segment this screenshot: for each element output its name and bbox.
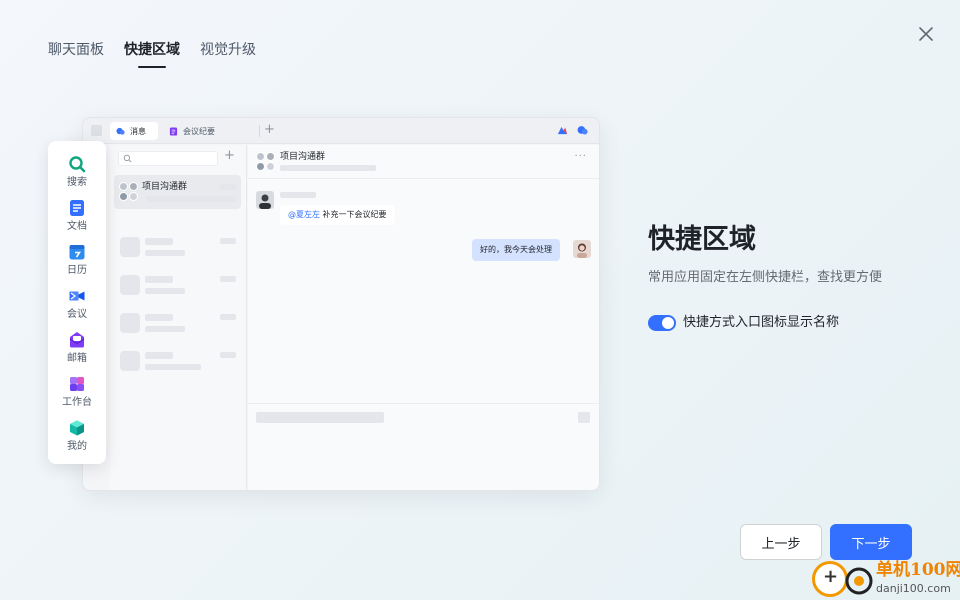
doc-icon: [70, 200, 84, 216]
toggle-label: 快捷方式入口图标显示名称: [683, 315, 840, 330]
quick-item-label: 工作台: [62, 397, 92, 408]
preview-conversation-title: 项目沟通群: [280, 152, 326, 162]
show-icon-names-toggle[interactable]: [648, 315, 676, 331]
avatar: [256, 191, 274, 209]
group-avatar: [256, 152, 276, 172]
tab-quick-area[interactable]: 快捷区域: [124, 40, 180, 68]
quick-item-profile[interactable]: 我的: [48, 419, 106, 459]
quick-item-mail[interactable]: 邮箱: [48, 331, 106, 371]
show-icon-names-setting: 快捷方式入口图标显示名称: [648, 313, 839, 333]
tab-visual-upgrade[interactable]: 视觉升级: [200, 40, 256, 66]
mail-icon: [69, 332, 85, 348]
placeholder-line: [145, 288, 185, 294]
quick-item-search[interactable]: 搜索: [48, 155, 106, 195]
preview-chat-item: 项目沟通群: [114, 175, 241, 209]
placeholder-line: [145, 238, 173, 245]
message-bubble-received: @夏左左 补充一下会议纪要: [280, 205, 395, 225]
quick-item-docs[interactable]: 文档: [48, 199, 106, 239]
site-watermark: 单机100网 danji100.com: [810, 559, 960, 600]
tab-chat-panel[interactable]: 聊天面板: [48, 40, 104, 66]
placeholder-line: [578, 412, 590, 423]
placeholder-line: [220, 352, 236, 358]
quick-item-label: 日历: [67, 265, 87, 276]
quick-access-bar: 搜索 文档 日历 会议 邮箱 工作台 我的: [48, 141, 106, 464]
tab-divider: [259, 125, 260, 137]
preview-tab-minutes-label: 会议纪要: [183, 126, 215, 136]
placeholder-line: [145, 314, 173, 321]
quick-item-label: 邮箱: [67, 353, 87, 364]
placeholder-avatar: [120, 275, 140, 295]
preview-search-box: [118, 151, 218, 166]
placeholder-avatar: [120, 237, 140, 257]
mention-tag: @夏左左: [288, 210, 320, 219]
more-icon: ···: [574, 151, 587, 162]
placeholder-line: [256, 412, 384, 423]
previous-button[interactable]: 上一步: [740, 524, 822, 560]
watermark-logo-icon: [845, 567, 873, 595]
quick-item-calendar[interactable]: 日历: [48, 243, 106, 283]
feature-description: 常用应用固定在左侧快捷栏，查找更方便: [648, 270, 883, 285]
placeholder-line: [145, 352, 173, 359]
quick-item-label: 搜索: [67, 177, 87, 188]
message-text: 补充一下会议纪要: [322, 210, 387, 219]
preview-titlebar: 消息 会议纪要 +: [83, 118, 599, 144]
avatar: [573, 240, 591, 258]
preview-tab-messages-label: 消息: [130, 126, 146, 136]
placeholder-line: [145, 326, 185, 332]
watermark-logo-icon: [812, 561, 848, 597]
ai-icon: [557, 126, 568, 135]
next-button[interactable]: 下一步: [830, 524, 912, 560]
watermark-title: 单机100网: [876, 560, 960, 580]
workplace-icon: [70, 377, 84, 391]
video-icon: [69, 291, 85, 301]
placeholder-avatar: [120, 313, 140, 333]
preview-input-area: [248, 403, 599, 490]
search-icon: [123, 154, 132, 163]
onboarding-tabs: 聊天面板 快捷区域 视觉升级: [48, 40, 256, 68]
placeholder-line: [280, 192, 316, 198]
placeholder-line: [146, 196, 236, 202]
preview-chat-list: + 项目沟通群: [110, 145, 247, 490]
preview-conversation-header: 项目沟通群 ···: [248, 145, 599, 179]
quick-item-label: 文档: [67, 221, 87, 232]
placeholder-avatar: [120, 351, 140, 371]
preview-chat-name: 项目沟通群: [142, 182, 188, 192]
placeholder-line: [145, 364, 201, 370]
placeholder-line: [220, 238, 236, 244]
message-bubble-sent: 好的，我今天会处理: [472, 239, 560, 261]
chat-bubble-icon: [577, 126, 588, 135]
quick-item-meeting[interactable]: 会议: [48, 287, 106, 327]
add-tab-icon: +: [264, 122, 275, 137]
preview-conversation: 项目沟通群 ··· @夏左左 补充一下会议纪要 好的，我今天会处理: [248, 145, 599, 490]
placeholder-line: [220, 184, 236, 190]
group-avatar: [119, 182, 139, 202]
notes-icon: [169, 126, 178, 136]
placeholder-line: [220, 276, 236, 282]
quick-item-workplace[interactable]: 工作台: [48, 375, 106, 415]
quick-item-label: 我的: [67, 441, 87, 452]
preview-tab-messages: 消息: [110, 122, 158, 140]
placeholder-line: [145, 250, 185, 256]
search-icon: [69, 156, 86, 173]
preview-tab-minutes: 会议纪要: [163, 122, 223, 140]
close-icon[interactable]: [914, 22, 938, 46]
watermark-url: danji100.com: [876, 582, 951, 595]
window-control-icon: [91, 125, 102, 136]
placeholder-line: [220, 314, 236, 320]
placeholder-line: [145, 276, 173, 283]
message-icon: [116, 127, 125, 135]
quick-item-label: 会议: [67, 309, 87, 320]
feature-title: 快捷区域: [648, 224, 756, 255]
placeholder-line: [280, 165, 376, 171]
preview-window: 消息 会议纪要 + + 项目沟通群 项目沟通群 ··· @夏左左 补充一下会议纪…: [82, 117, 600, 491]
calendar-icon: [69, 245, 85, 260]
plus-icon: +: [224, 148, 235, 163]
cube-icon: [70, 420, 84, 436]
